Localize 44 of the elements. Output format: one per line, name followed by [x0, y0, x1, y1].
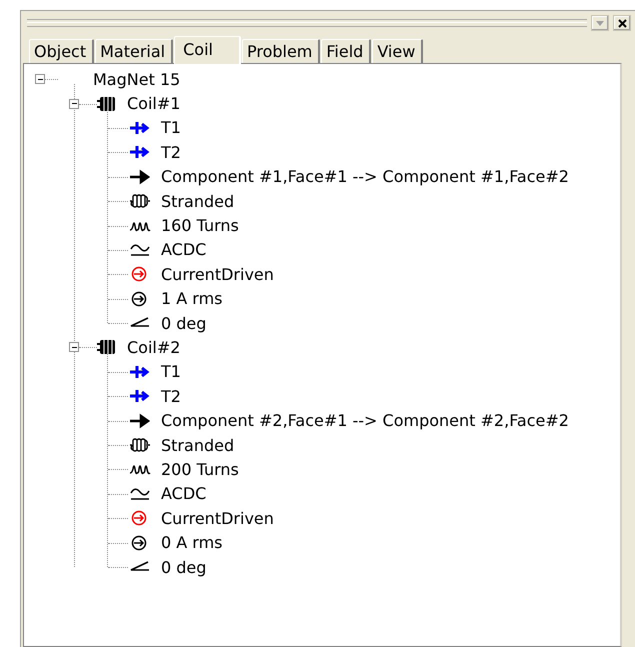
- tree-item[interactable]: Coil#1: [127, 94, 180, 114]
- tab[interactable]: Material: [95, 39, 174, 63]
- tree-item[interactable]: Component #1,Face#1 --> Component #1,Face#2: [161, 167, 569, 186]
- stranded-wire-icon: [129, 193, 151, 210]
- tree-item[interactable]: CurrentDriven: [161, 508, 274, 528]
- tree-item[interactable]: Stranded: [161, 436, 234, 455]
- tree-item[interactable]: 0 deg: [161, 558, 206, 576]
- tree-item[interactable]: ACDC: [161, 484, 206, 504]
- tree-item[interactable]: Component #2,Face#1 --> Component #2,Face#2: [161, 411, 569, 430]
- collapse-toggle[interactable]: [69, 342, 79, 352]
- tree-item[interactable]: T2: [161, 142, 181, 162]
- stranded-wire-icon: [129, 437, 151, 454]
- close-icon: [618, 18, 626, 28]
- tab[interactable]: View: [372, 39, 424, 63]
- terminal-arrow-icon: [129, 144, 151, 160]
- collapse-toggle[interactable]: [35, 74, 45, 84]
- tree-item[interactable]: T1: [161, 362, 181, 382]
- wave-icon: [129, 242, 151, 258]
- title-grip[interactable]: [27, 19, 587, 27]
- tree-item[interactable]: 0 deg: [161, 314, 206, 333]
- terminal-arrow-icon: [129, 388, 151, 404]
- tree-item[interactable]: 0 A rms: [161, 533, 223, 552]
- terminal-arrow-icon: [129, 364, 151, 380]
- tab[interactable]: Field: [321, 39, 372, 63]
- arrow-right-icon: [129, 168, 151, 185]
- tree-item[interactable]: Coil#2: [127, 338, 180, 357]
- caret-icon: [596, 20, 604, 26]
- tree-item[interactable]: ACDC: [161, 240, 206, 260]
- tree-item[interactable]: T1: [161, 118, 181, 138]
- collapse-toggle[interactable]: [69, 98, 79, 109]
- tree-item[interactable]: MagNet 15: [93, 70, 180, 89]
- tree-item[interactable]: Stranded: [161, 192, 234, 211]
- tree-item[interactable]: 160 Turns: [161, 216, 239, 236]
- tree-item[interactable]: 1 A rms: [161, 289, 223, 308]
- tab[interactable]: Problem: [242, 39, 320, 63]
- tab[interactable]: Object: [29, 39, 94, 63]
- terminal-arrow-icon: [129, 120, 151, 136]
- tab[interactable]: Coil: [174, 36, 241, 64]
- tree-item[interactable]: 200 Turns: [161, 460, 239, 479]
- arrow-right-icon: [129, 412, 151, 429]
- close-button[interactable]: [613, 15, 631, 31]
- wave-icon: [129, 486, 151, 502]
- tree-item[interactable]: CurrentDriven: [161, 264, 274, 284]
- tree-item[interactable]: T2: [161, 386, 181, 406]
